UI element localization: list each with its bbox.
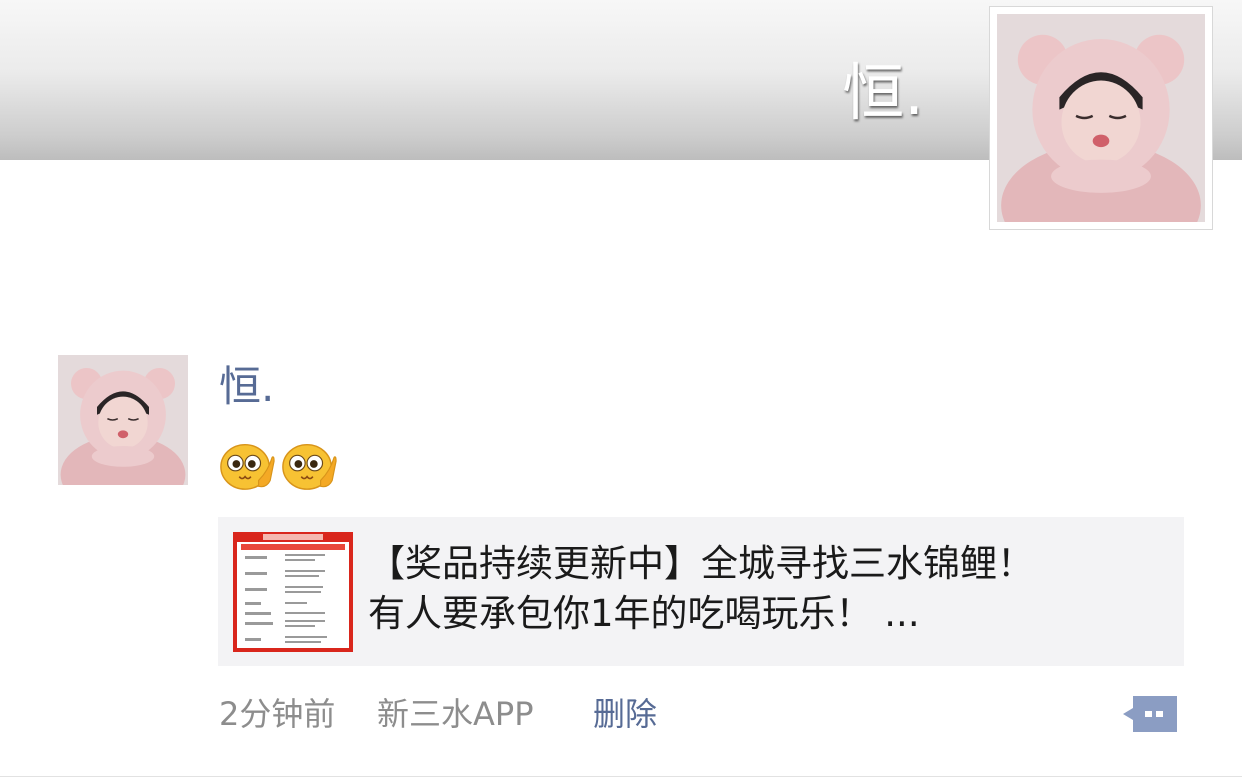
author-name[interactable]: 恒.	[219, 362, 274, 412]
hand-on-cheek-emoji-icon	[220, 443, 275, 490]
post-source[interactable]: 新三水APP	[377, 692, 534, 736]
cover-username: 恒.	[842, 56, 924, 129]
link-title-line: 有人要承包你1年的吃喝玩乐！ ...	[368, 592, 920, 635]
delete-button[interactable]: 删除	[593, 692, 657, 736]
profile-avatar[interactable]	[997, 14, 1205, 222]
hand-on-cheek-emoji-icon	[282, 443, 337, 490]
comment-more-icon[interactable]	[1121, 694, 1179, 734]
link-thumbnail	[233, 532, 353, 652]
post-time: 2分钟前	[219, 695, 336, 733]
post-text	[218, 437, 338, 493]
author-avatar[interactable]	[58, 355, 188, 485]
link-title: 【奖品持续更新中】全城寻找三水锦鲤！ 有人要承包你1年的吃喝玩乐！ ...	[368, 539, 1168, 639]
shared-link-card[interactable]: 【奖品持续更新中】全城寻找三水锦鲤！ 有人要承包你1年的吃喝玩乐！ ...	[218, 517, 1184, 666]
divider	[0, 776, 1242, 777]
link-title-line: 【奖品持续更新中】全城寻找三水锦鲤！	[368, 542, 1034, 585]
profile-avatar-frame[interactable]	[989, 6, 1213, 230]
